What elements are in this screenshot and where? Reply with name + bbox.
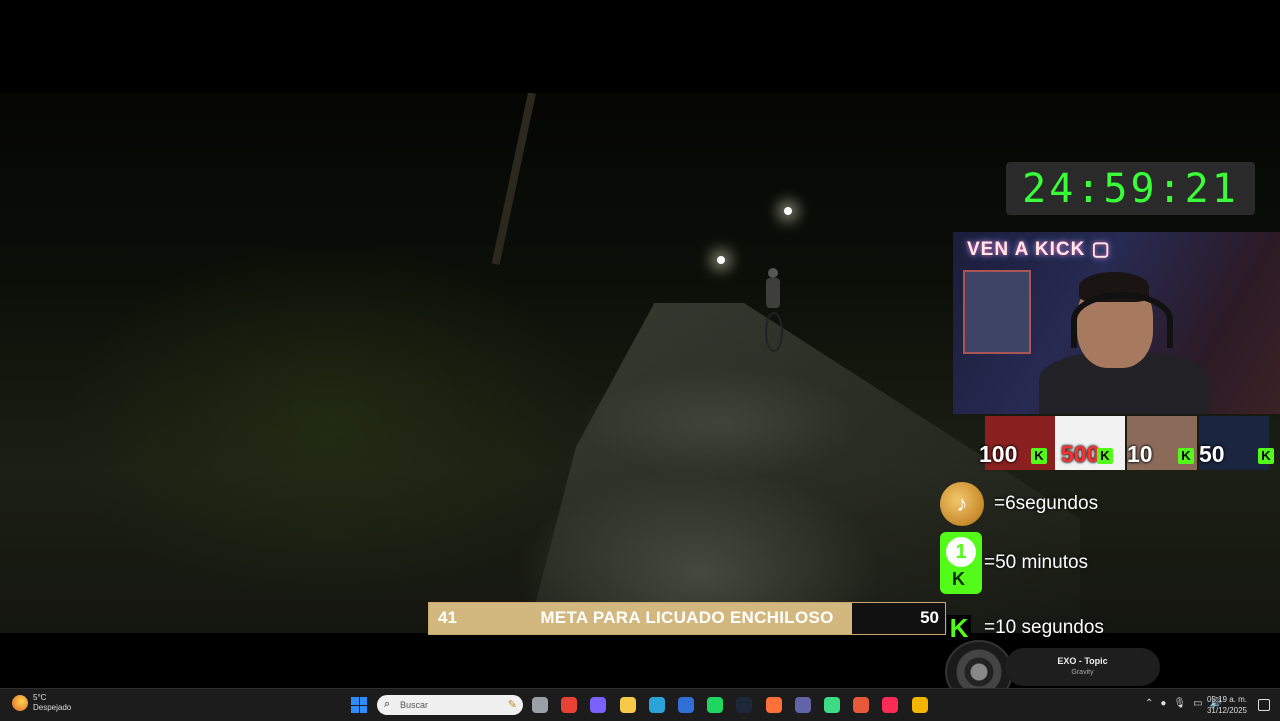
file-explorer-icon[interactable] xyxy=(619,697,636,713)
firefox-icon[interactable] xyxy=(765,697,782,713)
cyclist xyxy=(758,268,788,352)
tf-icon[interactable] xyxy=(853,697,870,713)
teams-icon[interactable] xyxy=(794,697,811,713)
webcam-neon-sign: VEN A KICK ▢ xyxy=(967,239,1111,260)
mail-icon[interactable] xyxy=(678,697,694,713)
donor-amount: 10 xyxy=(1127,441,1153,467)
utility-pole xyxy=(491,93,536,266)
rate-kick-sub-text: =50 minutos xyxy=(984,552,1089,573)
edge-icon[interactable] xyxy=(648,697,665,713)
notification-icon[interactable] xyxy=(1258,699,1270,711)
windows-start-icon[interactable] xyxy=(351,697,367,713)
donor-amount: 100 xyxy=(979,441,1018,467)
poster xyxy=(963,270,1031,354)
headset xyxy=(1071,292,1173,348)
green-app-icon[interactable] xyxy=(824,697,840,713)
chevron-up-icon[interactable]: ⌃ xyxy=(1145,698,1153,709)
clock-date: 31/12/2025 xyxy=(1206,706,1247,715)
clock-time: 05:19 a. m. xyxy=(1206,695,1247,704)
street-light xyxy=(784,207,792,215)
search-placeholder: Buscar xyxy=(400,700,429,710)
now-playing: EXO - Topic Gravity xyxy=(1005,648,1160,686)
search-highlight-icon: ✎ xyxy=(507,699,517,711)
goal-title: META PARA LICUADO ENCHILOSO xyxy=(540,608,834,627)
kick-k-icon: K xyxy=(1097,448,1113,464)
rate-kicks: K =10 segundos xyxy=(947,613,1104,643)
weather-desc: Despejado xyxy=(33,703,72,712)
app-tray-icon[interactable]: ● xyxy=(1160,698,1166,709)
search-box[interactable]: ⌕ Buscar ✎ xyxy=(377,695,523,715)
street-light xyxy=(717,256,725,264)
webcam-feed: VEN A KICK ▢ xyxy=(953,232,1280,414)
chrome-icon[interactable] xyxy=(911,697,928,713)
recent-donors: 100 K 500 K 10 K 50 K xyxy=(979,416,1275,470)
kick-k-icon: K xyxy=(1031,448,1047,464)
goal-target: 50 xyxy=(920,608,939,627)
tiktok-icon[interactable] xyxy=(882,697,899,713)
search-icon: ⌕ xyxy=(384,698,391,710)
taskbar: 5°C Despejado ⌕ Buscar ✎ ⌃ ● 🎙 ▭ 🔊 05:19… xyxy=(0,688,1280,721)
now-playing-track: Gravity xyxy=(1071,669,1094,676)
chrome-icon[interactable] xyxy=(561,697,578,713)
network-icon[interactable]: ▭ xyxy=(1193,698,1202,709)
mic-icon[interactable]: 🎙 xyxy=(1173,698,1186,709)
kick-k-icon: K xyxy=(1178,448,1194,464)
kick-k-icon: K xyxy=(1258,448,1274,464)
donor-amount: 50 xyxy=(1199,441,1225,467)
rate-tiktok-text: =6segundos xyxy=(994,493,1099,514)
now-playing-artist: EXO - Topic xyxy=(1057,656,1108,666)
donor-amount: 500 xyxy=(1061,441,1100,467)
kick-logo-icon: K xyxy=(947,613,971,643)
clock[interactable]: 05:19 a. m. 31/12/2025 xyxy=(1207,694,1247,716)
spotify-icon[interactable] xyxy=(707,697,724,713)
goal-bar: 41 META PARA LICUADO ENCHILOSO 50 xyxy=(428,602,946,635)
steam-icon[interactable] xyxy=(736,697,753,713)
rate-tiktok: ♪ =6segundos xyxy=(940,482,1098,526)
copilot-icon[interactable] xyxy=(590,697,607,713)
weather-temp: 5°C xyxy=(33,693,47,702)
kick-sub-icon: 1 K xyxy=(940,532,982,594)
rate-kick-sub: 1 K =50 minutos xyxy=(940,532,1088,594)
weather-icon xyxy=(12,695,28,711)
rate-kicks-text: =10 segundos xyxy=(984,617,1104,638)
task-view-icon[interactable] xyxy=(532,697,548,713)
tiktok-coin-icon: ♪ xyxy=(940,482,984,526)
subathon-timer: 24:59:21 xyxy=(1006,162,1255,215)
weather-widget[interactable]: 5°C Despejado xyxy=(12,693,71,713)
